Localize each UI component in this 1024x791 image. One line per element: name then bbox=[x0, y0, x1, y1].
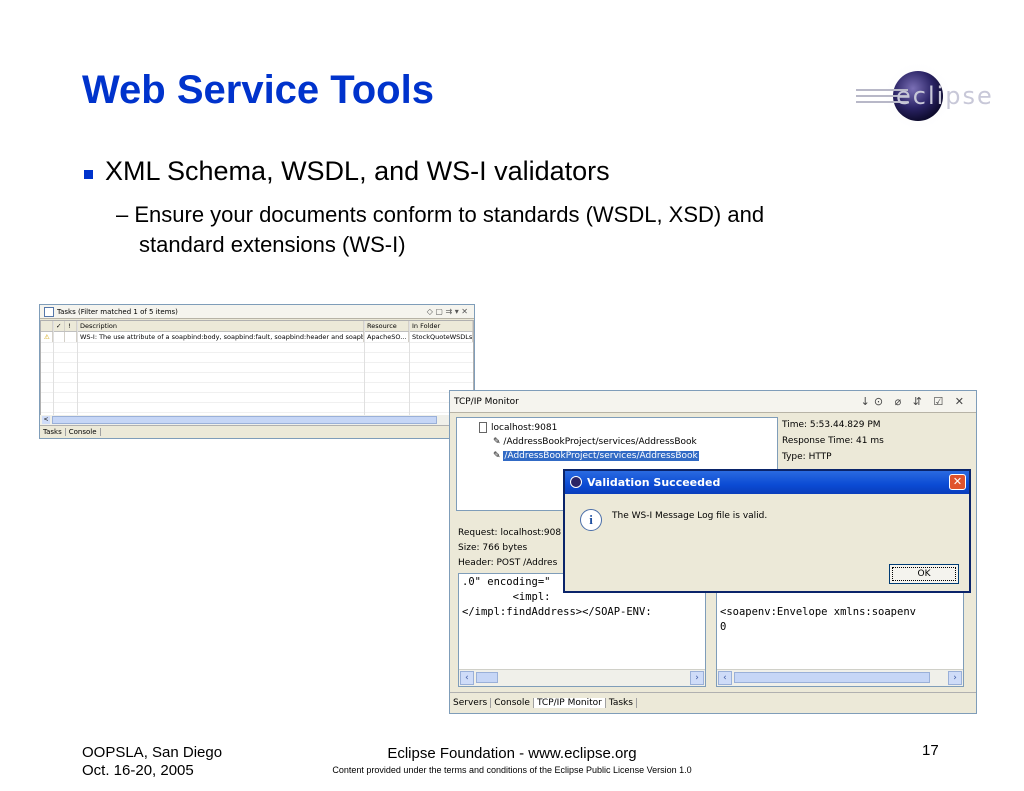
tcp-title: TCP/IP Monitor bbox=[454, 396, 519, 407]
type-label: Type: HTTP bbox=[782, 452, 832, 462]
close-icon[interactable]: ✕ bbox=[949, 474, 966, 490]
tab-console[interactable]: Console bbox=[491, 698, 534, 708]
page-number: 17 bbox=[922, 742, 939, 759]
logo-text: eclipse bbox=[896, 82, 994, 110]
eclipse-window-icon bbox=[570, 476, 582, 488]
request-hscroll[interactable]: ‹ › bbox=[459, 669, 705, 686]
warning-icon: ⚠ bbox=[41, 332, 53, 342]
tasks-table: ✓ ! Description Resource In Folder ⚠ WS-… bbox=[40, 320, 474, 417]
validation-dialog: Validation Succeeded ✕ i The WS-I Messag… bbox=[563, 469, 971, 593]
tasks-icon bbox=[44, 306, 54, 317]
code-line: 0 bbox=[720, 621, 727, 633]
tasks-hscrollbar[interactable]: < > bbox=[40, 415, 472, 425]
footer-conference: OOPSLA, San Diego bbox=[82, 744, 223, 761]
tcp-toolbar[interactable]: ↓⊙ ⌀ ⇵ ☑ ✕ bbox=[861, 395, 968, 408]
tab-tcpip-monitor[interactable]: TCP/IP Monitor bbox=[533, 698, 606, 708]
col-done[interactable]: ✓ bbox=[53, 321, 65, 331]
tasks-view-toolbar[interactable]: ◇ ▢ ⇉ ▾ ✕ bbox=[427, 307, 468, 316]
scroll-thumb[interactable] bbox=[476, 672, 498, 683]
tree-host[interactable]: localhost:9081 bbox=[479, 422, 557, 433]
bullet-text: XML Schema, WSDL, and WS-I validators bbox=[105, 156, 610, 186]
tasks-titlebar: Tasks (Filter matched 1 of 5 items) ◇ ▢ … bbox=[40, 305, 474, 319]
scroll-right-icon[interactable]: › bbox=[690, 671, 704, 685]
row-folder: StockQuoteWSDLs bbox=[409, 332, 473, 342]
tcp-bottom-tabs: Servers Console TCP/IP Monitor Tasks bbox=[450, 692, 976, 713]
scroll-thumb[interactable] bbox=[734, 672, 930, 683]
scroll-left-icon[interactable]: < bbox=[42, 416, 50, 424]
tasks-view: Tasks (Filter matched 1 of 5 items) ◇ ▢ … bbox=[39, 304, 475, 439]
row-description: WS-I: The use attribute of a soapbind:bo… bbox=[77, 332, 364, 342]
col-description[interactable]: Description bbox=[77, 321, 364, 331]
footer-dates: Oct. 16-20, 2005 bbox=[82, 762, 194, 779]
tasks-bottom-tabs: Tasks Console bbox=[40, 425, 474, 438]
col-folder[interactable]: In Folder bbox=[409, 321, 473, 331]
sub-bullet-line2: standard extensions (WS-I) bbox=[139, 232, 406, 257]
code-line: <soapenv:Envelope xmlns:soapenv bbox=[720, 606, 916, 618]
size-info: Size: 766 bytes bbox=[458, 543, 528, 553]
tab-servers[interactable]: Servers bbox=[450, 698, 492, 708]
bullet-item: XML Schema, WSDL, and WS-I validators bbox=[84, 156, 610, 187]
request-icon: ✎ bbox=[493, 451, 501, 461]
server-icon bbox=[479, 422, 487, 433]
tree-request-1[interactable]: ✎ /AddressBookProject/services/AddressBo… bbox=[493, 437, 697, 447]
tree-request-2[interactable]: ✎ /AddressBookProject/services/AddressBo… bbox=[493, 451, 699, 461]
scroll-left-icon[interactable]: ‹ bbox=[460, 671, 474, 685]
slide-title: Web Service Tools bbox=[82, 68, 434, 112]
footer-center: Eclipse Foundation - www.eclipse.org Con… bbox=[254, 745, 770, 775]
eclipse-logo: eclipse bbox=[856, 60, 994, 132]
header-info: Header: POST /Addres bbox=[458, 558, 558, 568]
footer-license: Content provided under the terms and con… bbox=[332, 765, 692, 775]
ok-button[interactable]: OK bbox=[889, 564, 959, 584]
time-label: Time: 5:53.44.829 PM bbox=[782, 420, 881, 430]
footer-foundation: Eclipse Foundation - www.eclipse.org bbox=[387, 745, 637, 762]
tab-tasks[interactable]: Tasks bbox=[40, 428, 66, 436]
scroll-right-icon[interactable]: › bbox=[948, 671, 962, 685]
response-hscroll[interactable]: ‹ › bbox=[717, 669, 963, 686]
info-icon: i bbox=[580, 509, 602, 531]
scroll-thumb[interactable] bbox=[52, 416, 437, 424]
code-line: </impl:findAddress></SOAP-ENV: bbox=[462, 606, 652, 618]
response-time-label: Response Time: 41 ms bbox=[782, 436, 884, 446]
dialog-titlebar: Validation Succeeded ✕ bbox=[565, 471, 969, 494]
footer-left: OOPSLA, San Diego Oct. 16-20, 2005 bbox=[82, 744, 222, 780]
sub-bullet: – Ensure your documents conform to stand… bbox=[116, 200, 916, 260]
tab-tasks[interactable]: Tasks bbox=[606, 698, 637, 708]
col-resource[interactable]: Resource bbox=[364, 321, 409, 331]
col-priority[interactable]: ! bbox=[65, 321, 77, 331]
code-line: .0" encoding=" bbox=[462, 576, 551, 588]
request-info: Request: localhost:908 bbox=[458, 528, 562, 538]
tasks-title: Tasks (Filter matched 1 of 5 items) bbox=[57, 307, 178, 316]
tcp-titlebar: TCP/IP Monitor ↓⊙ ⌀ ⇵ ☑ ✕ bbox=[450, 391, 976, 413]
dialog-message: The WS-I Message Log file is valid. bbox=[612, 511, 768, 521]
row-resource: ApacheSO... bbox=[364, 332, 409, 342]
sub-bullet-line1: – Ensure your documents conform to stand… bbox=[116, 202, 765, 227]
code-line: <impl: bbox=[462, 591, 551, 603]
tab-console[interactable]: Console bbox=[66, 428, 101, 436]
dialog-title: Validation Succeeded bbox=[587, 476, 721, 489]
request-icon: ✎ bbox=[493, 437, 501, 447]
bullet-square-icon bbox=[84, 170, 93, 179]
scroll-left-icon[interactable]: ‹ bbox=[718, 671, 732, 685]
